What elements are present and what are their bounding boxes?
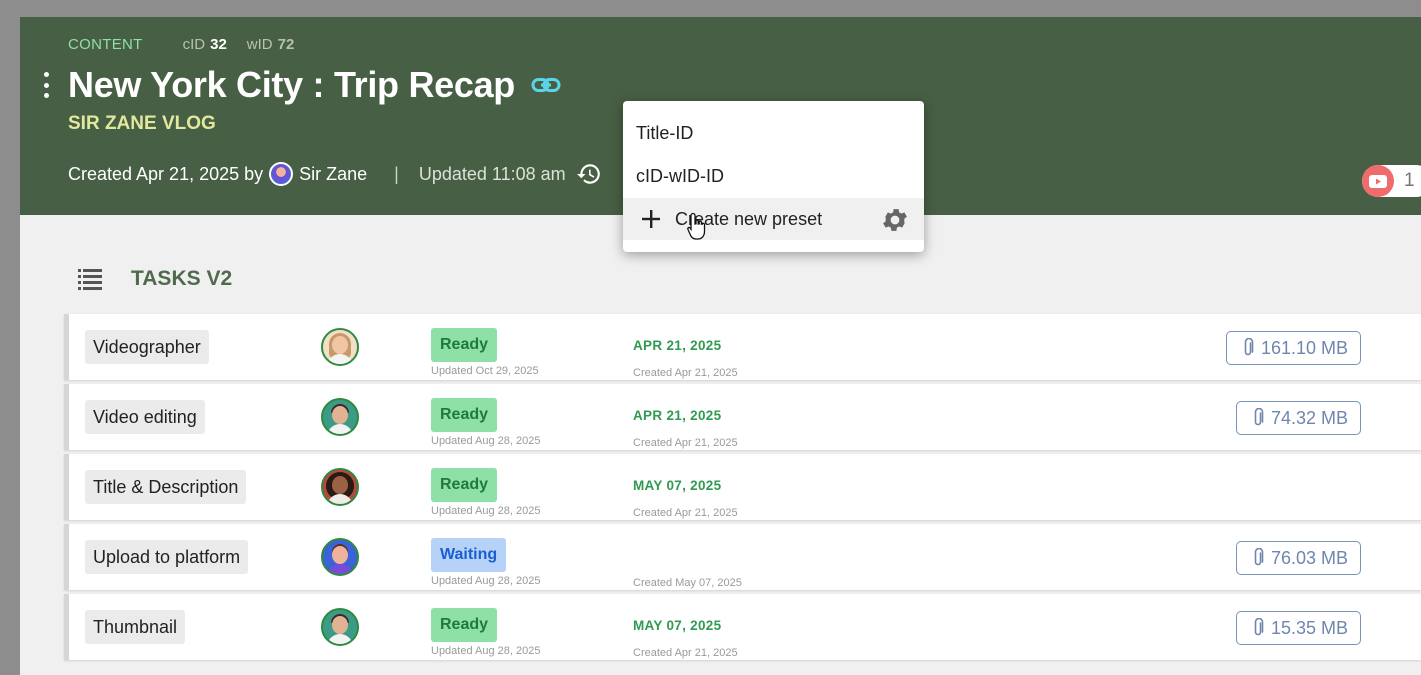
more-menu-icon[interactable] bbox=[40, 72, 52, 98]
status-updated: Updated Oct 29, 2025 bbox=[431, 365, 539, 377]
attachment-button[interactable]: 76.03 MB bbox=[1236, 541, 1362, 575]
gear-icon[interactable] bbox=[880, 205, 910, 235]
cid-value: 32 bbox=[210, 36, 227, 53]
paperclip-icon bbox=[1254, 408, 1264, 426]
tasks-header: TASKS V2 bbox=[78, 267, 232, 291]
due-date[interactable]: APR 21, 2025 bbox=[633, 408, 721, 423]
attachment-button[interactable]: 161.10 MB bbox=[1226, 331, 1362, 365]
attachment-size: 74.32 MB bbox=[1271, 407, 1349, 428]
platform-count: 1 bbox=[1404, 170, 1415, 191]
status-badge[interactable]: Ready bbox=[431, 328, 498, 362]
created-date: Created Apr 21, 2025 bbox=[633, 437, 738, 449]
list-icon[interactable] bbox=[78, 268, 102, 290]
task-row[interactable]: Title & Description Ready Updated Aug 28… bbox=[64, 454, 1421, 520]
created-text: Created Apr 21, 2025 by bbox=[68, 163, 264, 184]
status-badge[interactable]: Waiting bbox=[431, 538, 507, 572]
created-date: Created Apr 21, 2025 bbox=[633, 367, 738, 379]
menu-item-title-id[interactable]: Title-ID bbox=[623, 112, 924, 154]
attachment-button[interactable]: 15.35 MB bbox=[1236, 611, 1362, 645]
create-preset-label: Create new preset bbox=[675, 208, 823, 229]
due-date[interactable]: MAY 07, 2025 bbox=[633, 478, 721, 493]
cid-label: cID bbox=[182, 36, 206, 53]
task-row[interactable]: Video editing Ready Updated Aug 28, 2025… bbox=[64, 384, 1421, 450]
man-avatar[interactable] bbox=[321, 608, 359, 646]
task-row[interactable]: Upload to platform Waiting Updated Aug 2… bbox=[64, 524, 1421, 590]
menu-item-cid-wid-id[interactable]: cID-wID-ID bbox=[623, 155, 924, 197]
plus-icon bbox=[642, 210, 660, 228]
task-name[interactable]: Title & Description bbox=[85, 470, 247, 504]
woman-avatar[interactable] bbox=[321, 328, 359, 366]
youtube-icon bbox=[1362, 165, 1394, 197]
menu-item-create-preset[interactable]: Create new preset bbox=[623, 198, 924, 240]
status-updated: Updated Aug 28, 2025 bbox=[431, 435, 541, 447]
man-avatar[interactable] bbox=[321, 398, 359, 436]
page-title: New York City : Trip Recap bbox=[68, 64, 515, 105]
attachment-size: 15.35 MB bbox=[1271, 617, 1349, 638]
paperclip-icon bbox=[1254, 548, 1264, 566]
wid-value: 72 bbox=[277, 36, 295, 53]
group-avatar[interactable] bbox=[321, 538, 359, 576]
task-row[interactable]: Thumbnail Ready Updated Aug 28, 2025 MAY… bbox=[64, 594, 1421, 660]
link-format-dropdown: Title-ID cID-wID-ID Create new preset bbox=[623, 101, 924, 252]
creator-name: Sir Zane bbox=[299, 163, 368, 184]
history-icon[interactable] bbox=[576, 161, 602, 187]
attachment-size: 161.10 MB bbox=[1261, 337, 1349, 358]
task-name[interactable]: Thumbnail bbox=[85, 610, 186, 644]
due-date[interactable]: MAY 07, 2025 bbox=[633, 618, 721, 633]
due-date[interactable]: APR 21, 2025 bbox=[633, 338, 721, 353]
wid-label: wID bbox=[246, 36, 273, 53]
attachment-button[interactable]: 74.32 MB bbox=[1236, 401, 1362, 435]
status-updated: Updated Aug 28, 2025 bbox=[431, 505, 541, 517]
link-icon[interactable] bbox=[531, 74, 561, 96]
task-row[interactable]: Videographer Ready Updated Oct 29, 2025 … bbox=[64, 314, 1421, 380]
woman-avatar[interactable] bbox=[321, 468, 359, 506]
creator-avatar bbox=[269, 162, 294, 186]
updated-text: Updated 11:08 am bbox=[418, 163, 566, 184]
status-badge[interactable]: Ready bbox=[431, 468, 498, 502]
paperclip-icon bbox=[1244, 338, 1254, 356]
paperclip-icon bbox=[1254, 618, 1264, 636]
section-label: CONTENT bbox=[68, 36, 143, 53]
task-name[interactable]: Videographer bbox=[85, 330, 209, 364]
platform-badge[interactable]: 1 bbox=[1362, 165, 1421, 197]
id-bar: CONTENT cID 32 wID 72 bbox=[68, 36, 294, 53]
status-badge[interactable]: Ready bbox=[431, 398, 498, 432]
status-updated: Updated Aug 28, 2025 bbox=[431, 575, 541, 587]
created-date: Created Apr 21, 2025 bbox=[633, 507, 738, 519]
created-date: Created Apr 21, 2025 bbox=[633, 647, 738, 659]
meta-row: Created Apr 21, 2025 by Sir Zane | Updat… bbox=[68, 161, 602, 187]
channel-name: SIR ZANE VLOG bbox=[68, 113, 216, 134]
task-name[interactable]: Upload to platform bbox=[85, 540, 249, 574]
attachment-size: 76.03 MB bbox=[1271, 547, 1349, 568]
tasks-title: TASKS V2 bbox=[131, 267, 233, 290]
status-updated: Updated Aug 28, 2025 bbox=[431, 645, 541, 657]
status-badge[interactable]: Ready bbox=[431, 608, 498, 642]
task-name[interactable]: Video editing bbox=[85, 400, 205, 434]
created-date: Created May 07, 2025 bbox=[633, 577, 742, 589]
meta-separator: | bbox=[394, 163, 399, 184]
